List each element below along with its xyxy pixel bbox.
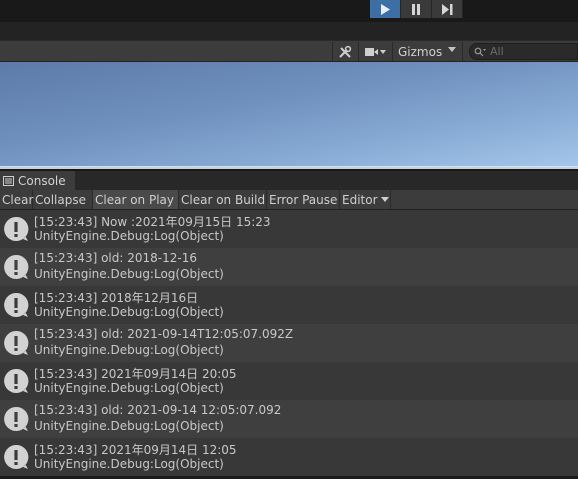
pause-icon <box>412 3 420 15</box>
log-entry[interactable]: [15:23:43] 2021年09月14日 20:05 UnityEngine… <box>0 362 578 400</box>
scene-tools-button[interactable] <box>332 42 357 61</box>
camera-dropdown[interactable] <box>358 42 391 61</box>
log-source: UnityEngine.Debug:Log(Object) <box>34 229 224 243</box>
info-message-icon <box>4 254 29 279</box>
play-icon <box>381 3 390 15</box>
log-entry[interactable]: [15:23:43] 2018年12月16日 UnityEngine.Debug… <box>0 286 578 324</box>
log-message: [15:23:43] 2021年09月14日 12:05 <box>34 443 237 457</box>
step-icon <box>442 3 453 15</box>
log-message: [15:23:43] Now :2021年09月15日 15:23 <box>34 215 271 229</box>
log-entry[interactable]: [15:23:43] old: 2021-09-14T12:05:07.092Z… <box>0 324 578 362</box>
log-entry[interactable]: [15:23:43] old: 2021-09-14 12:05:07.092 … <box>0 400 578 438</box>
log-source: UnityEngine.Debug:Log(Object) <box>34 343 224 357</box>
log-source: UnityEngine.Debug:Log(Object) <box>34 305 224 319</box>
log-message: [15:23:43] 2021年09月14日 20:05 <box>34 367 237 381</box>
clear-on-build-toggle[interactable]: Clear on Build <box>179 190 267 209</box>
info-message-icon <box>4 368 29 393</box>
console-toolbar: Clear Collapse Clear on Play Clear on Bu… <box>0 190 578 210</box>
scene-viewport[interactable] <box>0 62 578 167</box>
camera-icon <box>365 47 386 56</box>
playmode-controls <box>370 0 463 18</box>
console-log-list[interactable]: [15:23:43] Now :2021年09月15日 15:23 UnityE… <box>0 210 578 479</box>
clear-on-play-toggle[interactable]: Clear on Play <box>93 190 179 209</box>
collapse-toggle[interactable]: Collapse <box>33 190 93 209</box>
log-message: [15:23:43] old: 2021-09-14T12:05:07.092Z <box>34 327 294 341</box>
info-message-icon <box>4 406 29 431</box>
search-input[interactable] <box>490 45 570 58</box>
log-message: [15:23:43] 2018年12月16日 <box>34 291 199 305</box>
clear-button[interactable]: Clear <box>0 190 33 209</box>
log-source: UnityEngine.Debug:Log(Object) <box>34 419 224 433</box>
log-entry[interactable]: [15:23:43] 2021年09月14日 12:05 UnityEngine… <box>0 438 578 476</box>
pause-button[interactable] <box>401 0 432 18</box>
chevron-down-icon <box>380 197 389 202</box>
log-source: UnityEngine.Debug:Log(Object) <box>34 457 224 471</box>
tools-icon <box>339 45 352 58</box>
editor-label: Editor <box>342 192 378 207</box>
gizmos-label: Gizmos <box>398 44 443 59</box>
log-source: UnityEngine.Debug:Log(Object) <box>34 381 224 395</box>
log-message: [15:23:43] old: 2021-09-14 12:05:07.092 <box>34 403 282 417</box>
chevron-down-icon <box>448 47 456 52</box>
scene-search[interactable] <box>469 43 578 60</box>
console-list-icon <box>3 175 14 186</box>
log-source: UnityEngine.Debug:Log(Object) <box>34 267 224 281</box>
tab-console[interactable]: Console <box>0 171 75 190</box>
console-tab-label: Console <box>18 173 66 188</box>
search-icon <box>474 47 486 56</box>
play-button[interactable] <box>370 0 401 18</box>
step-button[interactable] <box>432 0 463 18</box>
log-entry[interactable]: [15:23:43] old: 2018-12-16 UnityEngine.D… <box>0 248 578 286</box>
info-message-icon <box>4 330 29 355</box>
info-message-icon <box>4 216 29 241</box>
main-toolbar <box>0 0 578 22</box>
error-pause-toggle[interactable]: Error Pause <box>267 190 340 209</box>
editor-dropdown[interactable]: Editor <box>340 190 391 209</box>
console-tab-bar: Console <box>0 171 578 190</box>
gizmos-dropdown[interactable]: Gizmos <box>392 42 463 61</box>
log-entry[interactable]: [15:23:43] Now :2021年09月15日 15:23 UnityE… <box>0 210 578 248</box>
log-message: [15:23:43] old: 2018-12-16 <box>34 251 197 265</box>
toolbar-spacer <box>0 22 578 40</box>
info-message-icon <box>4 292 29 317</box>
info-message-icon <box>4 444 29 469</box>
scene-view-toolbar: Gizmos <box>0 40 578 62</box>
